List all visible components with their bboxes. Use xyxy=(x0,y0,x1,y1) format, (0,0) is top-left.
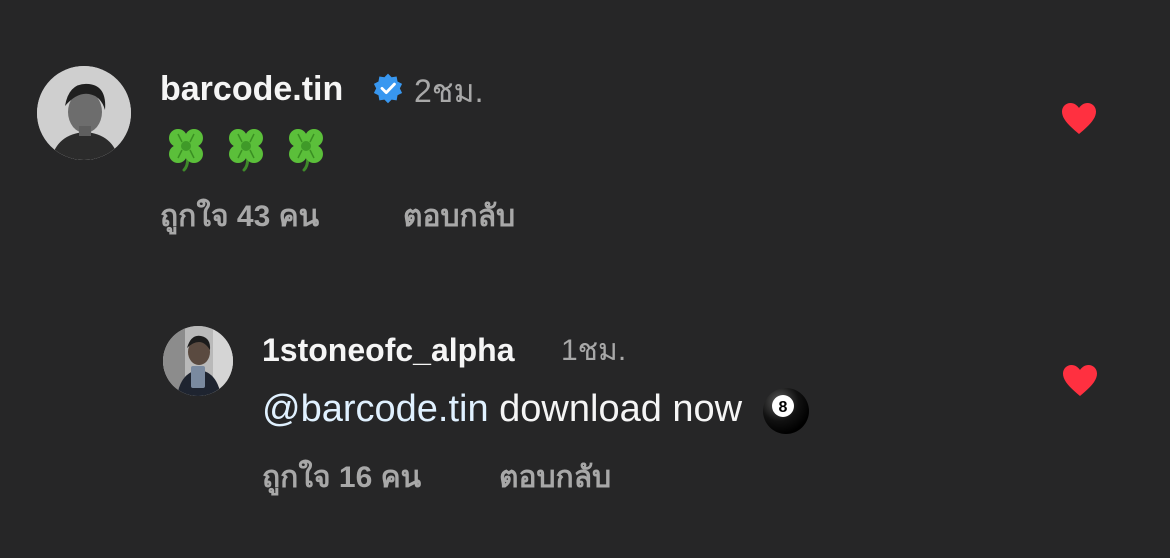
heart-icon[interactable] xyxy=(1061,102,1097,141)
reply-button[interactable]: ตอบกลับ xyxy=(499,458,611,498)
comments-thread: barcode.tin 2ชม. ถูกใจ 43 คน ตอบกลับ 1st… xyxy=(0,0,1170,558)
four-leaf-clover-icon xyxy=(229,129,263,172)
username[interactable]: barcode.tin xyxy=(160,69,343,109)
likes-count[interactable]: ถูกใจ 43 คน xyxy=(160,197,319,237)
pool-8-ball-icon: 8 xyxy=(762,387,809,434)
svg-text:8: 8 xyxy=(778,399,787,416)
avatar[interactable] xyxy=(163,326,233,396)
comment-body xyxy=(162,124,342,172)
comment-text: download now xyxy=(499,388,743,430)
comment-1stoneofc-alpha: 1stoneofc_alpha 1ชม. @barcode.tin downlo… xyxy=(0,300,1170,550)
four-leaf-clover-icon xyxy=(289,129,323,172)
timestamp: 1ชม. xyxy=(561,334,627,367)
comment-body: @barcode.tin download now 8 xyxy=(262,384,811,436)
heart-icon[interactable] xyxy=(1062,364,1098,403)
reply-button[interactable]: ตอบกลับ xyxy=(403,197,515,237)
username[interactable]: 1stoneofc_alpha xyxy=(262,330,515,370)
mention-link[interactable]: @barcode.tin xyxy=(262,388,489,430)
verified-badge-icon xyxy=(372,72,404,109)
comment-barcode-tin: barcode.tin 2ชม. ถูกใจ 43 คน ตอบกลับ xyxy=(0,0,1170,260)
timestamp: 2ชม. xyxy=(414,73,484,109)
likes-count[interactable]: ถูกใจ 16 คน xyxy=(262,458,421,498)
avatar[interactable] xyxy=(37,66,131,160)
four-leaf-clover-icon xyxy=(169,129,203,172)
